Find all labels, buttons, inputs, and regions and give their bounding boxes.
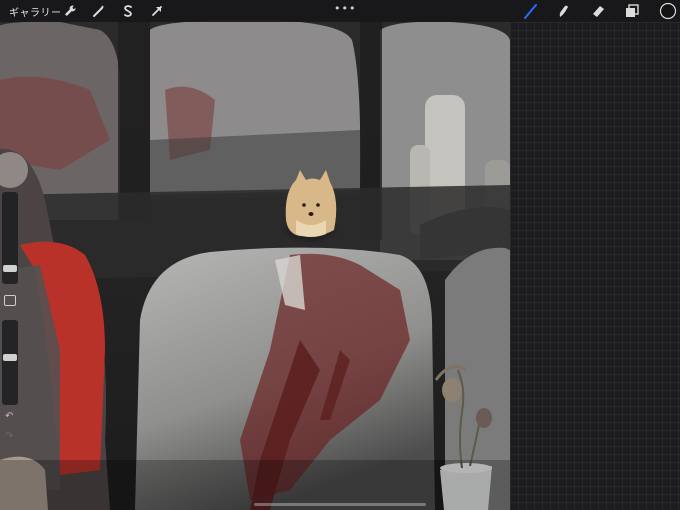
magic-wand-icon[interactable] xyxy=(91,3,107,19)
redo-icon[interactable]: ↷ xyxy=(5,431,13,442)
opacity-thumb[interactable] xyxy=(3,354,17,361)
brush-icon[interactable] xyxy=(523,3,539,19)
transform-arrow-icon[interactable] xyxy=(149,3,165,19)
eraser-icon[interactable] xyxy=(590,3,606,19)
color-circle-icon[interactable] xyxy=(659,2,677,20)
drawing-canvas[interactable] xyxy=(0,20,510,510)
top-toolbar: ギャラリー ••• xyxy=(0,0,680,22)
layers-icon[interactable] xyxy=(624,3,640,19)
home-indicator xyxy=(254,503,426,506)
left-sidebar: ↶ ↷ xyxy=(0,190,22,450)
artwork xyxy=(0,20,510,510)
more-menu-dots[interactable]: ••• xyxy=(334,2,356,15)
brush-size-slider[interactable] xyxy=(2,192,18,284)
wrench-icon[interactable] xyxy=(62,3,78,19)
smudge-icon[interactable] xyxy=(556,3,572,19)
gallery-button[interactable]: ギャラリー xyxy=(9,4,62,19)
modify-button[interactable] xyxy=(4,295,16,306)
undo-icon[interactable]: ↶ xyxy=(5,411,13,422)
brush-size-thumb[interactable] xyxy=(3,265,17,272)
opacity-slider[interactable] xyxy=(2,320,18,405)
reference-panel xyxy=(510,22,680,510)
selection-s-icon[interactable] xyxy=(120,3,136,19)
